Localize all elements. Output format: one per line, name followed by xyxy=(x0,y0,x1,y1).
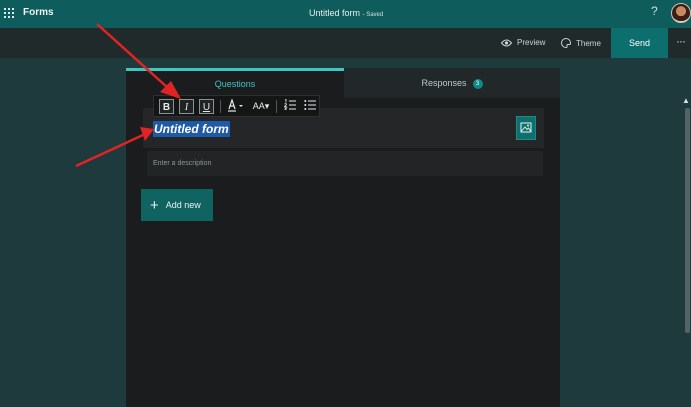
annotation-arrow xyxy=(75,127,154,168)
annotation-arrows xyxy=(75,23,181,168)
annotation-arrow xyxy=(96,23,181,99)
